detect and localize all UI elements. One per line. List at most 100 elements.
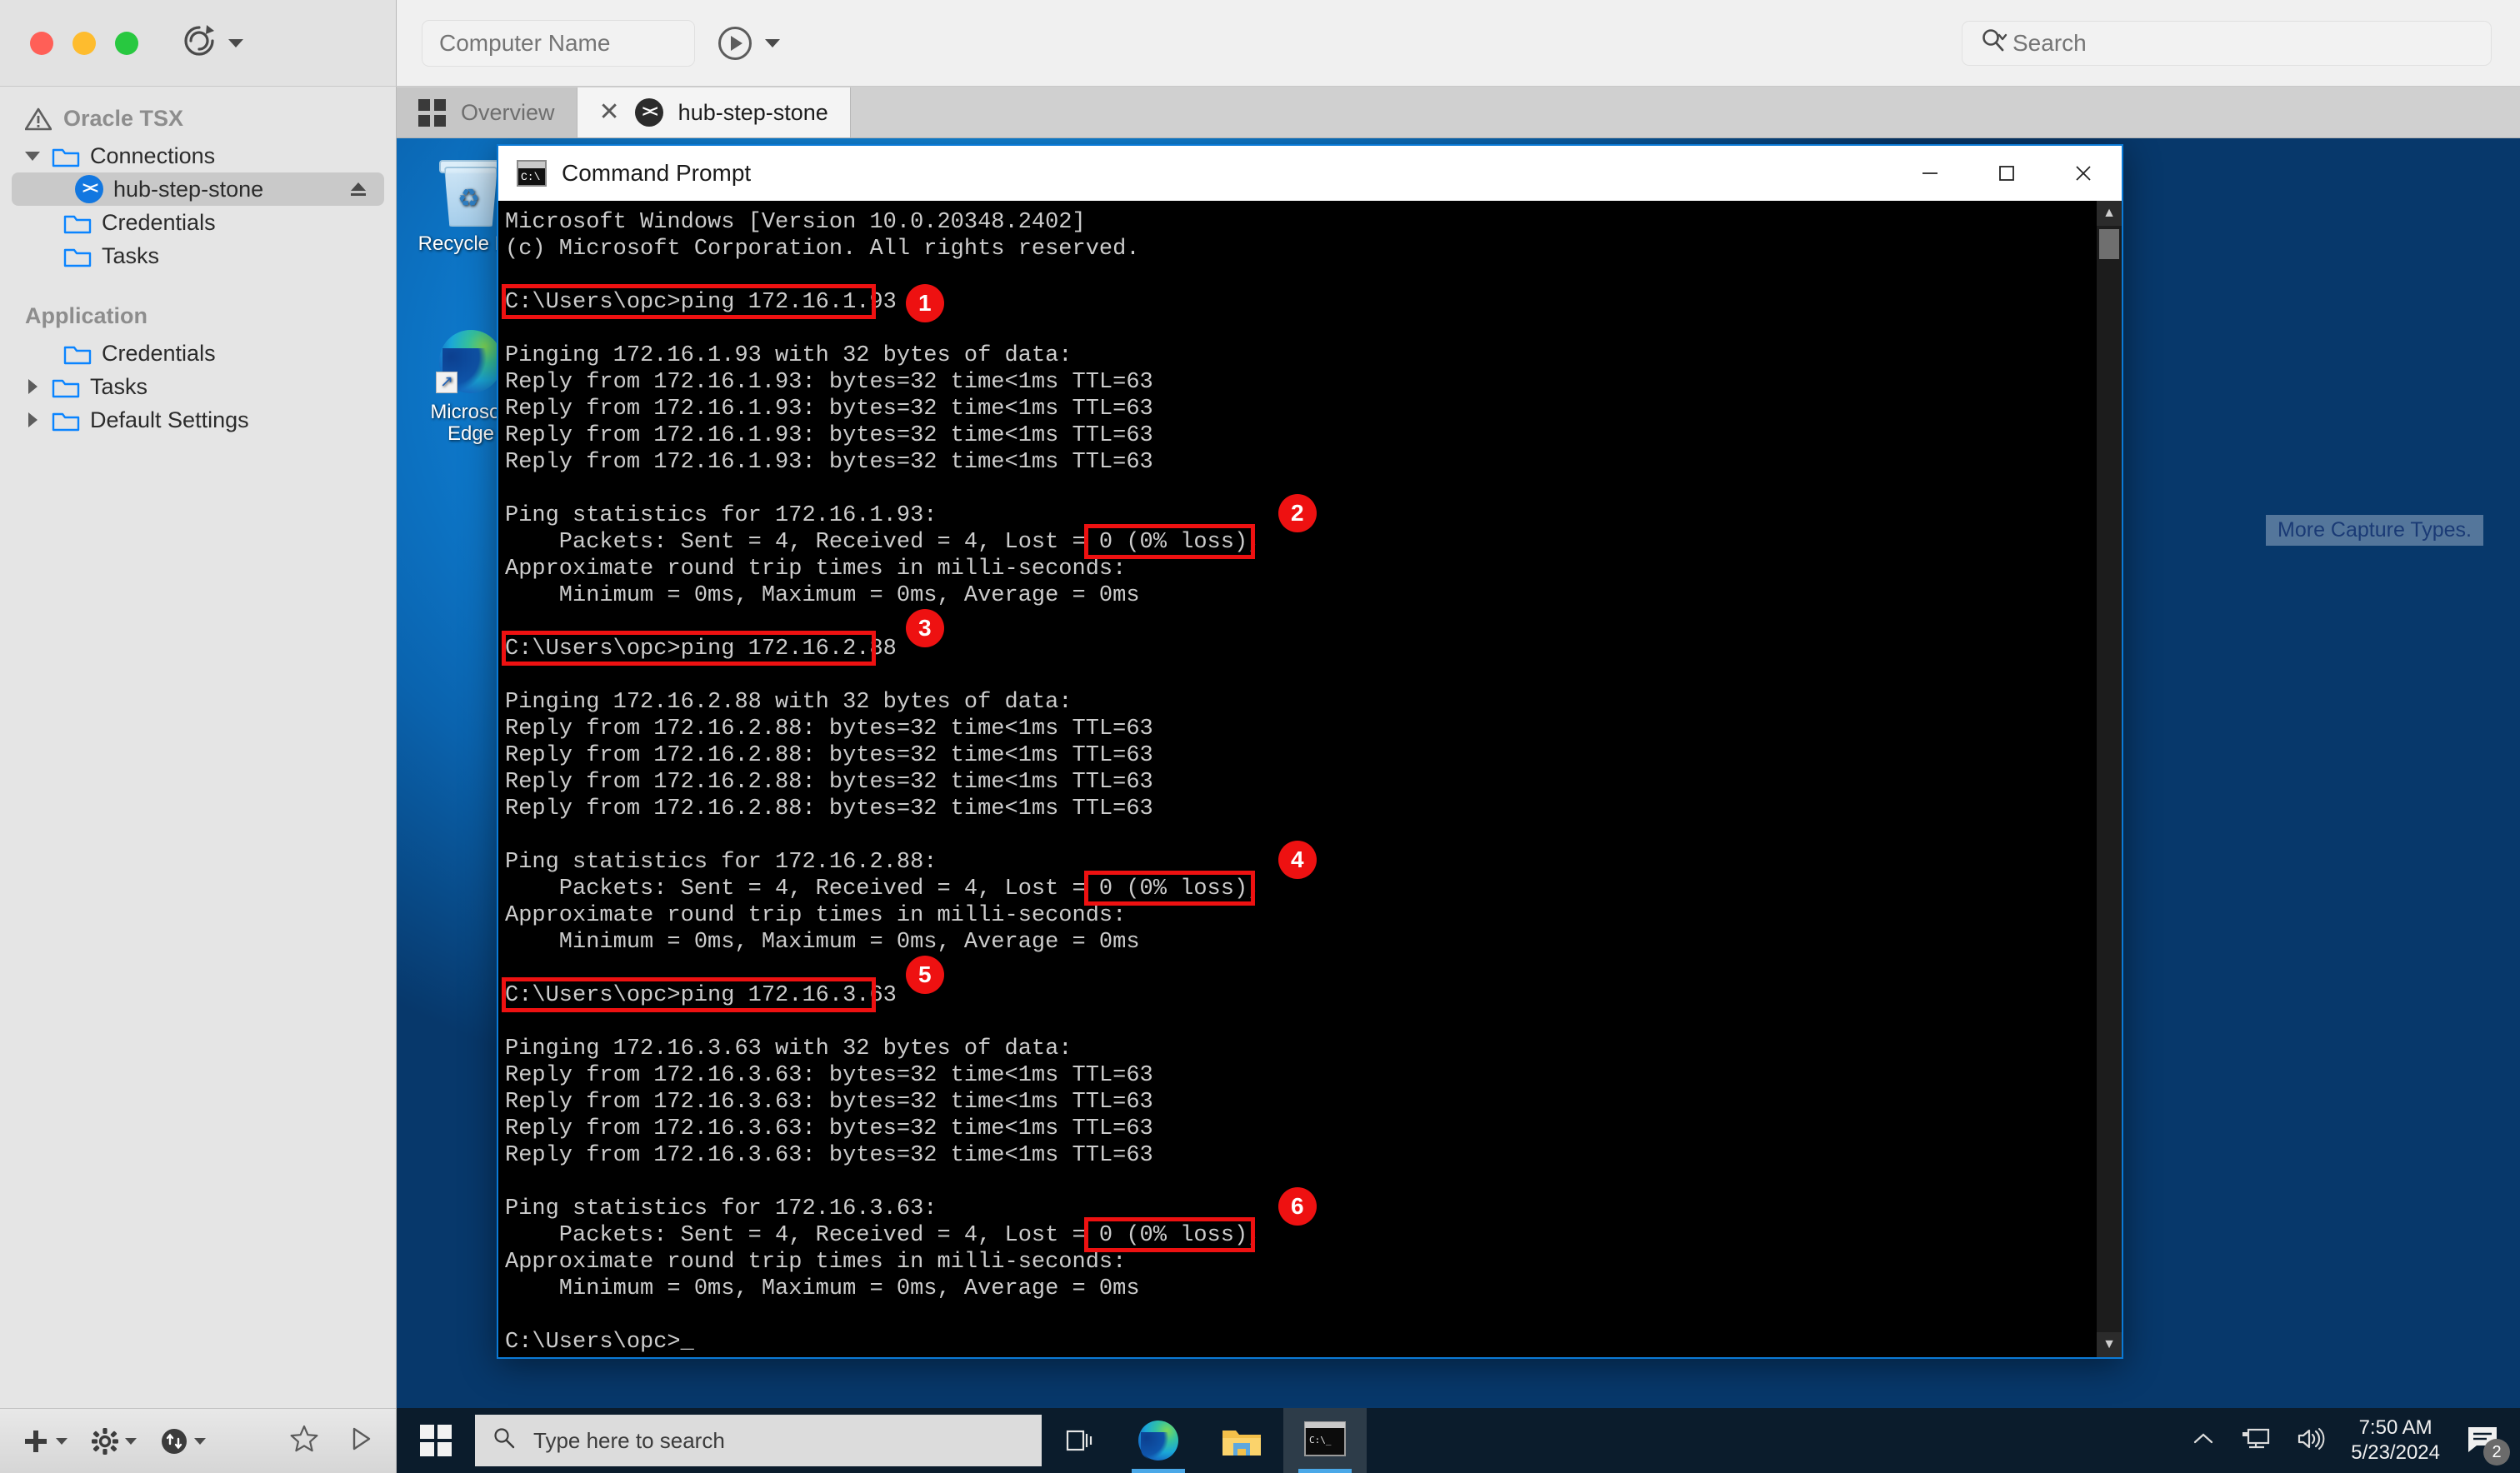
folder-icon [52, 145, 80, 167]
task-view-icon[interactable] [1042, 1408, 1117, 1473]
network-icon[interactable] [2241, 1426, 2271, 1456]
folder-icon [52, 376, 80, 398]
chevron-down-icon[interactable] [23, 152, 42, 161]
titlebar-right-section [397, 0, 2520, 86]
console-line: Reply from 172.16.2.88: bytes=32 time<1m… [502, 716, 2097, 742]
sidebar-item-label: Connections [90, 143, 215, 169]
play-chevron-down-icon[interactable] [765, 39, 780, 47]
sidebar-group-oracle-tsx[interactable]: Oracle TSX [0, 98, 396, 139]
svg-text:C:\_: C:\_ [1309, 1435, 1332, 1446]
windows-taskbar: Type here to search [397, 1408, 2520, 1473]
console-line: Reply from 172.16.3.63: bytes=32 time<1m… [502, 1062, 2097, 1089]
refresh-button-group[interactable] [182, 23, 243, 62]
console-line [502, 662, 2097, 689]
transfer-chevron-down-icon[interactable] [194, 1438, 206, 1445]
search-box[interactable] [1962, 21, 2492, 66]
close-window-button[interactable] [30, 32, 53, 55]
scrollbar-track[interactable] [2097, 259, 2122, 1332]
navigation-sidebar: Oracle TSX Connections >< hub-step-stone [0, 87, 397, 1473]
console-line: C:\Users\opc>ping 172.16.2.88 [502, 636, 2097, 662]
sidebar-item-tasks-connections[interactable]: Tasks [0, 239, 396, 272]
console-line [502, 1009, 2097, 1036]
connect-button-group[interactable] [718, 27, 780, 60]
sidebar-bottom-toolbar [0, 1408, 396, 1473]
taskbar-app-command-prompt[interactable]: C:\_ [1283, 1408, 1367, 1473]
console-line: Minimum = 0ms, Maximum = 0ms, Average = … [502, 929, 2097, 956]
close-icon[interactable] [2045, 146, 2122, 201]
taskbar-app-microsoft-edge[interactable] [1117, 1408, 1200, 1473]
favorite-star-icon[interactable] [289, 1424, 319, 1458]
play-filter-icon[interactable] [348, 1426, 374, 1456]
volume-icon[interactable] [2296, 1426, 2326, 1456]
close-icon[interactable]: ✕ [599, 100, 620, 125]
console-line [502, 956, 2097, 982]
settings-button[interactable] [91, 1427, 137, 1456]
sidebar-item-credentials-application[interactable]: Credentials [0, 337, 396, 370]
computer-name-input[interactable] [422, 30, 695, 57]
scroll-down-icon[interactable]: ▼ [2097, 1332, 2122, 1357]
scrollbar-thumb[interactable] [2099, 229, 2119, 259]
console-line: Reply from 172.16.2.88: bytes=32 time<1m… [502, 796, 2097, 822]
console-line: Reply from 172.16.3.63: bytes=32 time<1m… [502, 1116, 2097, 1142]
capture-types-tooltip: More Capture Types. [2266, 515, 2483, 546]
console-line [502, 262, 2097, 289]
settings-chevron-down-icon[interactable] [125, 1438, 137, 1445]
sidebar-item-label: Tasks [102, 243, 159, 269]
play-icon[interactable] [718, 27, 752, 60]
minimize-window-button[interactable] [72, 32, 96, 55]
console-line: C:\Users\opc>ping 172.16.3.63 [502, 982, 2097, 1009]
console-line: Reply from 172.16.1.93: bytes=32 time<1m… [502, 422, 2097, 449]
tab-label: Overview [461, 100, 555, 126]
refresh-icon[interactable] [182, 23, 217, 62]
tab-bar: Overview ✕ >< hub-step-stone [397, 87, 2520, 138]
transfer-button[interactable] [160, 1427, 206, 1456]
console-line [502, 609, 2097, 636]
remote-windows-desktop[interactable]: ♻ Recycle Bin ↗ Microsoft Edge More Capt… [397, 138, 2520, 1473]
console-line: Reply from 172.16.3.63: bytes=32 time<1m… [502, 1142, 2097, 1169]
sidebar-item-credentials-connections[interactable]: Credentials [0, 206, 396, 239]
console-line [502, 1302, 2097, 1329]
console-line: (c) Microsoft Corporation. All rights re… [502, 236, 2097, 262]
chevron-right-icon[interactable] [23, 379, 42, 394]
console-line: Microsoft Windows [Version 10.0.20348.24… [502, 209, 2097, 236]
chevron-right-icon[interactable] [23, 412, 42, 427]
tab-overview[interactable]: Overview [397, 87, 578, 137]
windows-start-icon[interactable] [397, 1408, 475, 1473]
file-explorer-icon [1221, 1424, 1262, 1457]
command-prompt-title: Command Prompt [562, 160, 751, 187]
grid-icon [418, 99, 446, 127]
command-prompt-titlebar[interactable]: C:\ Command Prompt [498, 146, 2122, 201]
add-chevron-down-icon[interactable] [56, 1438, 68, 1445]
folder-icon [52, 409, 80, 432]
sidebar-group-application[interactable]: Application [0, 296, 396, 337]
console-scrollbar[interactable]: ▲ ▼ [2097, 201, 2122, 1357]
show-hidden-icons-icon[interactable] [2191, 1430, 2216, 1452]
console-line: Reply from 172.16.1.93: bytes=32 time<1m… [502, 396, 2097, 422]
action-center-icon[interactable]: 2 [2465, 1424, 2502, 1457]
search-input[interactable] [2012, 30, 2474, 57]
zoom-window-button[interactable] [115, 32, 138, 55]
command-prompt-icon: C:\_ [1303, 1421, 1347, 1461]
console-line: Reply from 172.16.1.93: bytes=32 time<1m… [502, 369, 2097, 396]
refresh-chevron-down-icon[interactable] [228, 39, 243, 47]
eject-icon[interactable] [348, 178, 369, 200]
maximize-icon[interactable] [1968, 146, 2045, 201]
taskbar-search-box[interactable]: Type here to search [475, 1415, 1042, 1466]
sidebar-item-label: Credentials [102, 341, 216, 367]
taskbar-app-file-explorer[interactable] [1200, 1408, 1283, 1473]
scroll-up-icon[interactable]: ▲ [2097, 201, 2122, 226]
command-prompt-icon: C:\ [517, 160, 547, 187]
shortcut-arrow-icon: ↗ [436, 372, 458, 393]
console-output[interactable]: Microsoft Windows [Version 10.0.20348.24… [498, 201, 2097, 1357]
add-button[interactable] [22, 1427, 68, 1456]
command-prompt-window[interactable]: C:\ Command Prompt [497, 144, 2123, 1359]
tab-hub-step-stone[interactable]: ✕ >< hub-step-stone [578, 87, 851, 137]
taskbar-clock[interactable]: 7:50 AM 5/23/2024 [2351, 1416, 2440, 1466]
minimize-icon[interactable] [1892, 146, 1968, 201]
sidebar-item-default-settings[interactable]: Default Settings [0, 403, 396, 437]
sidebar-item-tasks-application[interactable]: Tasks [0, 370, 396, 403]
sidebar-item-connections[interactable]: Connections [0, 139, 396, 172]
sidebar-item-hub-step-stone[interactable]: >< hub-step-stone [12, 172, 384, 206]
computer-name-combobox[interactable] [422, 20, 695, 67]
window-traffic-lights [30, 32, 138, 55]
